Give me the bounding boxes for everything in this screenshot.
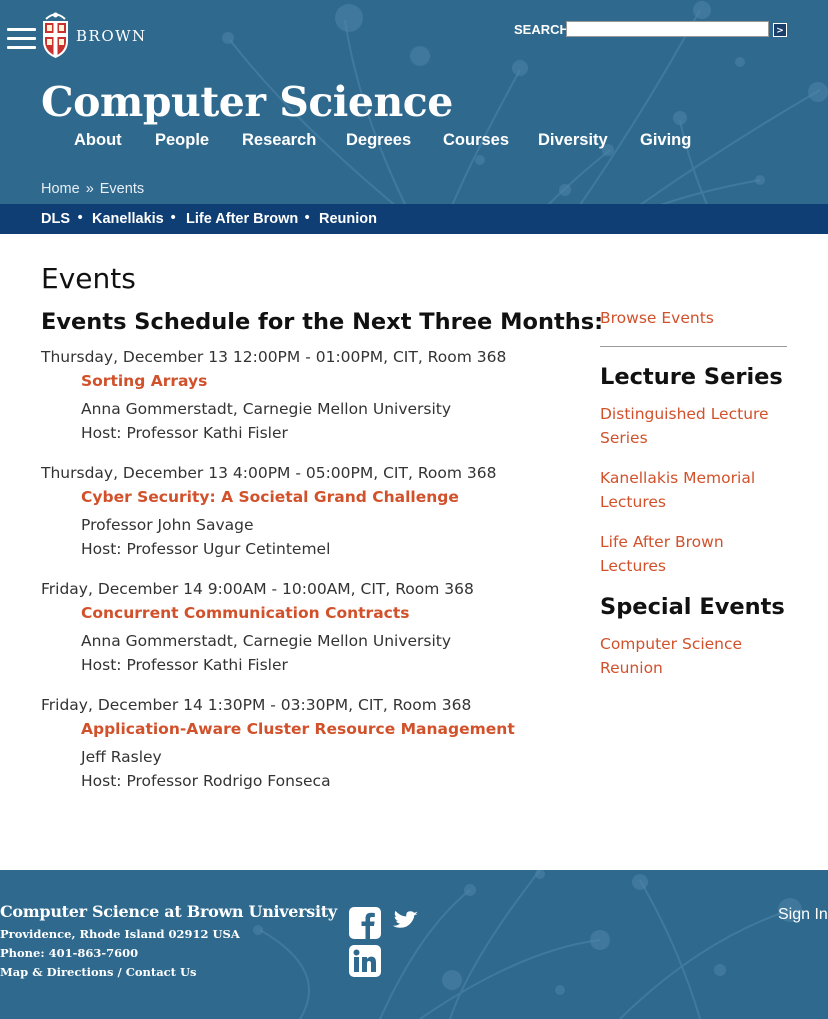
event-host: Host: Professor Ugur Cetintemel [81,540,331,558]
breadcrumb: Home » Events [41,181,144,197]
footer-background-pattern [253,870,802,1019]
event-item: Thursday, December 13 4:00PM - 05:00PM, … [41,464,561,564]
event-title-link[interactable]: Application-Aware Cluster Resource Manag… [81,720,561,748]
event-speaker: Anna Gommerstadt, Carnegie Mellon Univer… [81,632,452,650]
breadcrumb-home[interactable]: Home [41,181,80,197]
sidebar-link-cs-reunion[interactable]: Computer Science Reunion [600,632,800,680]
event-title-link[interactable]: Cyber Security: A Societal Grand Challen… [81,488,561,516]
nav-research[interactable]: Research [242,131,316,150]
sidebar-link-line[interactable]: Distinguished Lecture [600,402,800,426]
event-item: Friday, December 14 9:00AM - 10:00AM, CI… [41,580,561,680]
subnav-separator: • [76,210,85,226]
event-title-link[interactable]: Concurrent Communication Contracts [81,604,561,632]
event-item: Thursday, December 13 12:00PM - 01:00PM,… [41,348,561,448]
browse-events-link[interactable]: Browse Events [600,306,800,330]
event-host: Host: Professor Kathi Fisler [81,424,288,442]
brown-wordmark[interactable]: BROWN [76,27,147,45]
sidebar-link-line[interactable]: Reunion [600,656,800,680]
site-title[interactable]: Computer Science [41,78,453,126]
nav-courses[interactable]: Courses [443,131,509,150]
linkedin-icon[interactable] [349,945,381,977]
search-submit-button[interactable]: > [773,23,787,37]
sign-in-link[interactable]: Sign In [778,906,828,924]
subnav-life-after-brown[interactable]: Life After Brown [186,211,298,227]
nav-about[interactable]: About [74,131,122,150]
sidebar-link-line[interactable]: Kanellakis Memorial [600,466,800,490]
nav-degrees[interactable]: Degrees [346,131,411,150]
subnav-separator: • [303,210,312,226]
schedule-heading: Events Schedule for the Next Three Month… [41,309,604,335]
page-title: Events [41,262,136,295]
events-subnav: DLS • Kanellakis • Life After Brown • Re… [0,204,828,234]
event-speaker: Jeff Rasley [81,748,162,766]
event-host: Host: Professor Kathi Fisler [81,656,288,674]
event-datetime: Friday, December 14 9:00AM - 10:00AM, CI… [41,580,474,598]
event-item: Friday, December 14 1:30PM - 03:30PM, CI… [41,696,561,796]
footer-links[interactable]: Map & Directions / Contact Us [0,965,197,979]
breadcrumb-separator: » [85,181,94,197]
footer-phone: Phone: 401-863-7600 [0,946,139,960]
site-header: BROWN SEARCH > Computer Science About Pe… [0,0,828,204]
search-label: SEARCH [514,22,569,37]
footer-org-name: Computer Science at Brown University [0,902,337,921]
event-datetime: Thursday, December 13 4:00PM - 05:00PM, … [41,464,497,482]
sidebar-link-line[interactable]: Life After Brown [600,530,800,554]
sidebar-link-line[interactable]: Lectures [600,554,800,578]
facebook-icon[interactable] [349,907,381,939]
nav-people[interactable]: People [155,131,209,150]
event-datetime: Thursday, December 13 12:00PM - 01:00PM,… [41,348,507,366]
sidebar-link-line[interactable]: Computer Science [600,632,800,656]
nav-giving[interactable]: Giving [640,131,691,150]
sidebar-link-line[interactable]: Series [600,426,800,450]
breadcrumb-current: Events [99,181,145,197]
subnav-separator: • [169,210,178,226]
sidebar-link-distinguished-lecture[interactable]: Distinguished Lecture Series [600,402,800,450]
sidebar-link-kanellakis[interactable]: Kanellakis Memorial Lectures [600,466,800,514]
menu-icon[interactable] [7,28,36,50]
event-host: Host: Professor Rodrigo Fonseca [81,772,331,790]
nav-diversity[interactable]: Diversity [538,131,608,150]
special-events-heading: Special Events [600,594,785,620]
site-footer: Computer Science at Brown University Pro… [0,870,828,1019]
subnav-reunion[interactable]: Reunion [319,211,377,227]
search-input[interactable] [566,21,769,37]
lecture-series-heading: Lecture Series [600,364,783,390]
sidebar-link-life-after-brown[interactable]: Life After Brown Lectures [600,530,800,578]
event-speaker: Professor John Savage [81,516,254,534]
brown-shield-logo[interactable] [40,11,71,59]
sidebar-browse: Browse Events [600,306,800,330]
event-datetime: Friday, December 14 1:30PM - 03:30PM, CI… [41,696,472,714]
footer-address: Providence, Rhode Island 02912 USA [0,927,240,941]
subnav-dls[interactable]: DLS [41,211,70,227]
sidebar-link-line[interactable]: Lectures [600,490,800,514]
event-speaker: Anna Gommerstadt, Carnegie Mellon Univer… [81,400,452,418]
event-title-link[interactable]: Sorting Arrays [81,372,561,400]
subnav-kanellakis[interactable]: Kanellakis [92,211,164,227]
twitter-icon[interactable] [387,907,419,939]
sidebar-divider [600,346,787,347]
